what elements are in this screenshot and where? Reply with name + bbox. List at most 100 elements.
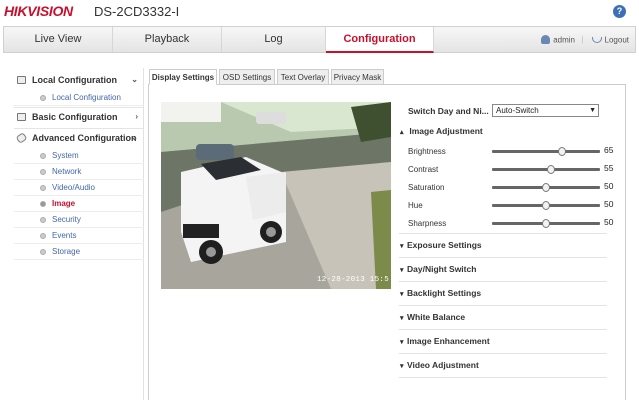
bullet-icon bbox=[40, 249, 46, 255]
video-adjustment-header[interactable]: ▾ Video Adjustment bbox=[400, 358, 607, 372]
bullet-icon bbox=[40, 95, 46, 101]
slider-thumb[interactable] bbox=[542, 219, 550, 228]
username: admin bbox=[553, 35, 575, 45]
sidebar-item-system[interactable]: System bbox=[14, 148, 144, 164]
sidebar-section-label: Basic Configuration bbox=[32, 112, 118, 122]
tab-display-settings[interactable]: Display Settings bbox=[149, 69, 217, 85]
image-adjustment-header[interactable]: ▴ Image Adjustment bbox=[400, 124, 607, 138]
sidebar-item-label: Local Configuration bbox=[52, 93, 121, 102]
tab-text-overlay[interactable]: Text Overlay bbox=[277, 69, 329, 85]
group-title: Exposure Settings bbox=[407, 240, 482, 250]
brightness-slider[interactable] bbox=[492, 147, 600, 156]
tab-osd-settings[interactable]: OSD Settings bbox=[219, 69, 275, 85]
caret-down-icon: ▾ bbox=[400, 339, 404, 346]
sidebar-section-local[interactable]: Local Configuration ⌄ bbox=[14, 71, 144, 89]
saturation-label: Saturation bbox=[408, 183, 445, 192]
group-title: Day/Night Switch bbox=[407, 264, 477, 274]
divider bbox=[399, 257, 607, 258]
hikvision-logo: HIKVISION bbox=[4, 3, 73, 19]
sharpness-slider[interactable] bbox=[492, 219, 600, 228]
contrast-slider[interactable] bbox=[492, 165, 600, 174]
caret-down-icon: ▾ bbox=[400, 363, 404, 370]
sidebar-item-label: Video/Audio bbox=[52, 183, 95, 192]
divider bbox=[399, 305, 607, 306]
sidebar-item-local-configuration[interactable]: Local Configuration bbox=[14, 90, 144, 106]
config-sidebar: Local Configuration ⌄ Local Configuratio… bbox=[14, 68, 144, 400]
sidebar-section-advanced[interactable]: Advanced Configuration ⌄ bbox=[14, 128, 144, 146]
user-area: admin | Logout bbox=[541, 27, 629, 52]
chevron-down-icon: ▼ bbox=[589, 107, 596, 114]
white-balance-header[interactable]: ▾ White Balance bbox=[400, 310, 607, 324]
sidebar-item-events[interactable]: Events bbox=[14, 228, 144, 244]
saturation-slider[interactable] bbox=[492, 183, 600, 192]
group-title: White Balance bbox=[407, 312, 466, 322]
sidebar-item-label: System bbox=[52, 151, 79, 160]
sidebar-item-network[interactable]: Network bbox=[14, 164, 144, 180]
sidebar-item-video-audio[interactable]: Video/Audio bbox=[14, 180, 144, 196]
bullet-icon bbox=[40, 217, 46, 223]
bullet-icon bbox=[40, 185, 46, 191]
device-model: DS-2CD3332-I bbox=[94, 4, 180, 19]
user-icon bbox=[541, 35, 551, 45]
hue-value: 50 bbox=[604, 199, 614, 209]
logout-icon[interactable] bbox=[591, 36, 602, 43]
contrast-label: Contrast bbox=[408, 165, 439, 174]
caret-down-icon: ▾ bbox=[400, 243, 404, 250]
sidebar-item-security[interactable]: Security bbox=[14, 212, 144, 228]
divider bbox=[399, 353, 607, 354]
tab-privacy-mask[interactable]: Privacy Mask bbox=[331, 69, 384, 85]
sharpness-label: Sharpness bbox=[408, 219, 447, 228]
nav-separator: | bbox=[581, 35, 584, 45]
group-title: Video Adjustment bbox=[407, 360, 479, 370]
video-preview[interactable] bbox=[161, 102, 391, 289]
sidebar-section-basic[interactable]: Basic Configuration › bbox=[14, 107, 144, 125]
switch-day-night-label: Switch Day and Ni... bbox=[408, 106, 489, 116]
sidebar-item-image[interactable]: Image bbox=[14, 196, 144, 212]
sharpness-value: 50 bbox=[604, 217, 614, 227]
wrench-icon bbox=[15, 132, 28, 144]
group-title: Image Enhancement bbox=[407, 336, 490, 346]
sidebar-item-label: Network bbox=[52, 167, 82, 176]
day-night-switch-header[interactable]: ▾ Day/Night Switch bbox=[400, 262, 607, 276]
chevron-down-icon: ⌄ bbox=[131, 133, 138, 142]
main-nav: Live View Playback Log Configuration adm… bbox=[3, 26, 636, 53]
video-timestamp: 12-28-2013 15:5 bbox=[317, 276, 390, 284]
tab-configuration[interactable]: Configuration bbox=[326, 27, 434, 53]
hue-slider[interactable] bbox=[492, 201, 600, 210]
brightness-value: 65 bbox=[604, 145, 614, 155]
bullet-icon bbox=[40, 169, 46, 175]
chevron-down-icon: ⌄ bbox=[131, 75, 138, 84]
backlight-settings-header[interactable]: ▾ Backlight Settings bbox=[400, 286, 607, 300]
image-enhancement-header[interactable]: ▾ Image Enhancement bbox=[400, 334, 607, 348]
sidebar-item-label: Events bbox=[52, 231, 77, 240]
caret-up-icon: ▴ bbox=[400, 129, 404, 136]
bullet-icon bbox=[40, 201, 46, 207]
sidebar-section-label: Advanced Configuration bbox=[32, 133, 137, 143]
divider bbox=[399, 329, 607, 330]
sidebar-section-label: Local Configuration bbox=[32, 75, 117, 85]
tab-live-view[interactable]: Live View bbox=[4, 27, 113, 52]
tab-playback[interactable]: Playback bbox=[113, 27, 222, 52]
slider-thumb[interactable] bbox=[542, 201, 550, 210]
sidebar-item-storage[interactable]: Storage bbox=[14, 244, 144, 260]
bullet-icon bbox=[40, 153, 46, 159]
bullet-icon bbox=[40, 233, 46, 239]
saturation-value: 50 bbox=[604, 181, 614, 191]
top-header: HIKVISION DS-2CD3332-I ? bbox=[0, 0, 639, 26]
divider bbox=[399, 281, 607, 282]
sidebar-item-label: Security bbox=[52, 215, 81, 224]
exposure-settings-header[interactable]: ▾ Exposure Settings bbox=[400, 238, 607, 252]
switch-day-night-value: Auto-Switch bbox=[496, 106, 539, 115]
monitor-icon bbox=[17, 76, 26, 84]
help-icon[interactable]: ? bbox=[613, 5, 626, 18]
logout-link[interactable]: Logout bbox=[605, 35, 629, 44]
contrast-value: 55 bbox=[604, 163, 614, 173]
switch-day-night-select[interactable]: Auto-Switch ▼ bbox=[492, 104, 599, 117]
group-title: Image Adjustment bbox=[409, 126, 483, 136]
caret-down-icon: ▾ bbox=[400, 315, 404, 322]
tab-log[interactable]: Log bbox=[222, 27, 326, 52]
divider bbox=[399, 233, 607, 234]
chevron-right-icon: › bbox=[135, 112, 138, 121]
sidebar-item-label: Storage bbox=[52, 247, 81, 256]
slider-thumb[interactable] bbox=[542, 183, 550, 192]
